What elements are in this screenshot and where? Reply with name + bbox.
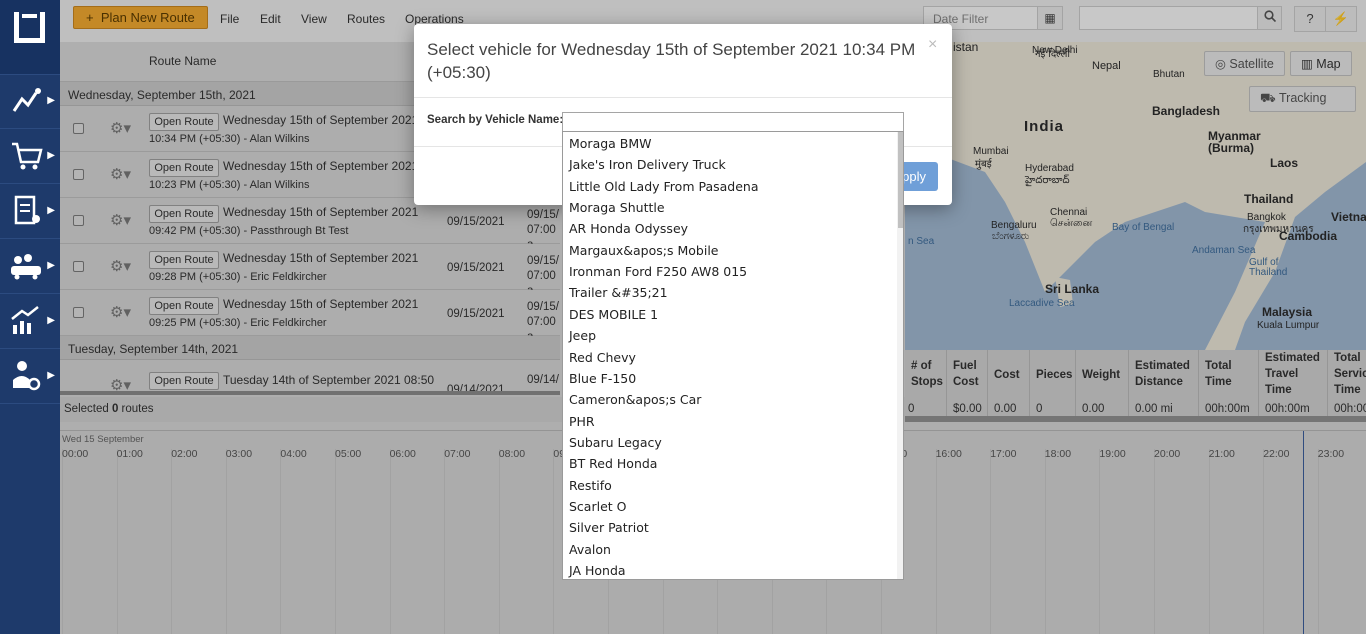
close-icon[interactable]: ×	[928, 36, 937, 54]
vehicle-option[interactable]: Subaru Legacy	[569, 435, 662, 450]
sidebar-item-orders[interactable]: ▶	[0, 130, 60, 184]
vehicle-option[interactable]: Avalon	[569, 542, 611, 557]
sidebar-item-routes[interactable]: ▶	[0, 75, 60, 129]
vehicle-option[interactable]: Red Chevy	[569, 350, 636, 365]
vehicle-option[interactable]: Scarlet O	[569, 499, 626, 514]
vehicle-option[interactable]: Margaux&apos;s Mobile	[569, 243, 718, 258]
vehicle-option[interactable]: Blue F-150	[569, 371, 636, 386]
vehicle-option[interactable]: Restifo	[569, 478, 612, 493]
chevron-right-icon: ▶	[47, 315, 55, 326]
vehicle-option[interactable]: Moraga BMW	[569, 136, 652, 151]
vehicle-dropdown-list[interactable]: Moraga BMW Jake's Iron Delivery Truck Litt…	[562, 131, 904, 580]
sidebar-item-documents[interactable]: ▶	[0, 185, 60, 239]
vehicle-option[interactable]: Little Old Lady From Pasadena	[569, 179, 758, 194]
app-logo[interactable]	[0, 0, 60, 75]
vehicle-option[interactable]: Moraga Shuttle	[569, 200, 665, 215]
chevron-right-icon: ▶	[47, 205, 55, 216]
vehicle-search-input[interactable]	[562, 112, 904, 132]
vehicle-option[interactable]: JA Honda	[569, 563, 626, 578]
vehicle-option[interactable]: Jake's Iron Delivery Truck	[569, 157, 726, 172]
vehicle-option[interactable]: Trailer &#35;21	[569, 285, 668, 300]
sidebar-item-settings[interactable]: ▶	[0, 350, 60, 404]
sidebar-item-reports[interactable]: ▶	[0, 295, 60, 349]
vehicle-option[interactable]: BT Red Honda	[569, 456, 657, 471]
vehicle-option[interactable]: Cameron&apos;s Car	[569, 392, 701, 407]
sidebar: ▶ ▶ ▶ ▶ ▶ ▶	[0, 0, 60, 634]
vehicle-option[interactable]: PHR	[569, 414, 595, 429]
chevron-right-icon: ▶	[47, 260, 55, 271]
search-vehicle-label: Search by Vehicle Name:	[427, 114, 564, 126]
logo-icon	[14, 12, 45, 43]
vehicle-option[interactable]: DES MOBILE 1	[569, 307, 658, 322]
modal-divider	[414, 97, 952, 98]
chevron-right-icon: ▶	[47, 150, 55, 161]
dropdown-scrollbar-thumb[interactable]	[898, 132, 903, 228]
chevron-right-icon: ▶	[47, 370, 55, 381]
modal-title: Select vehicle for Wednesday 15th of Sep…	[427, 40, 916, 82]
apply-button[interactable]: pply	[898, 162, 938, 191]
apply-label: pply	[902, 169, 926, 184]
vehicle-option[interactable]: Jeep	[569, 328, 596, 343]
chevron-right-icon: ▶	[47, 95, 55, 106]
sidebar-item-drivers[interactable]: ▶	[0, 240, 60, 294]
vehicle-option[interactable]: Ironman Ford F250 AW8 015	[569, 264, 747, 279]
vehicle-option[interactable]: Silver Patriot	[569, 520, 649, 535]
vehicle-option[interactable]: AR Honda Odyssey	[569, 221, 688, 236]
